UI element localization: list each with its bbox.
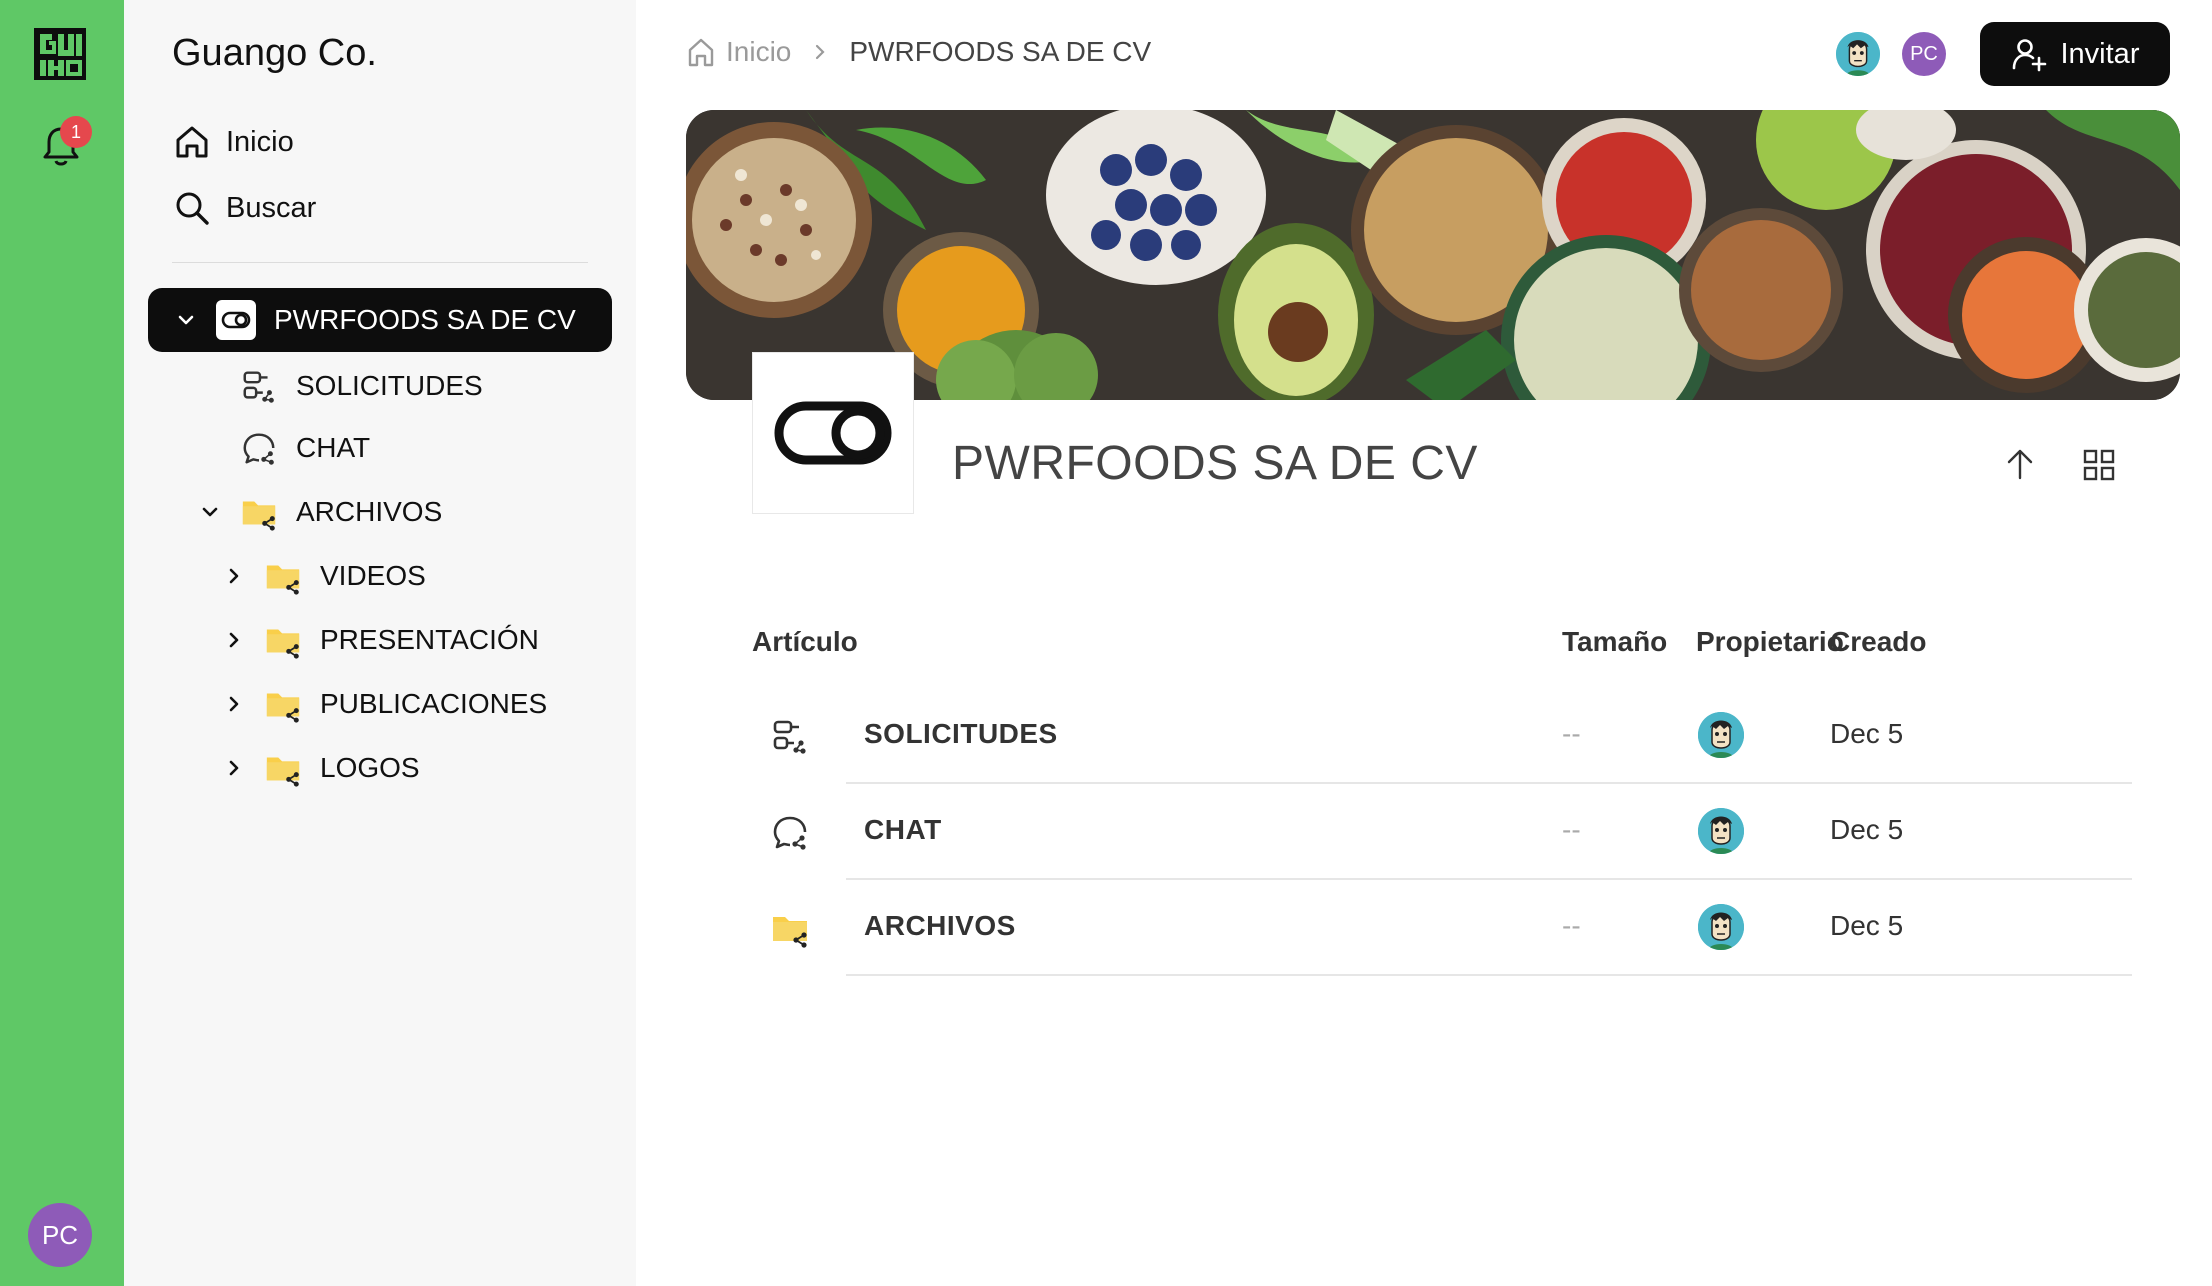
sidebar-item-chat[interactable]: CHAT: [240, 422, 370, 474]
home-icon[interactable]: [686, 36, 716, 68]
row-size: --: [1562, 718, 1581, 749]
table-row[interactable]: CHAT -- Dec 5: [752, 784, 2132, 880]
sidebar-item-label: VIDEOS: [320, 560, 426, 591]
arrow-up-icon[interactable]: [2002, 446, 2038, 482]
sidebar-item-label: CHAT: [296, 432, 371, 463]
grid-view-icon[interactable]: [2082, 448, 2116, 482]
invite-button[interactable]: Invitar: [1980, 22, 2170, 86]
shared-folder-icon: [240, 493, 278, 531]
table-row[interactable]: SOLICITUDES -- Dec 5: [752, 688, 2132, 784]
column-header-size[interactable]: Tamaño: [1562, 626, 1667, 658]
search-icon: [176, 192, 209, 225]
chevron-down-icon[interactable]: [174, 308, 198, 332]
sidebar-item-archivos[interactable]: ARCHIVOS: [198, 486, 442, 538]
space-logo[interactable]: [752, 352, 914, 514]
member-avatar-pc[interactable]: PC: [1902, 32, 1946, 76]
row-size: --: [1562, 814, 1581, 845]
space-logo-icon: [216, 300, 256, 340]
shared-folder-icon: [264, 749, 302, 787]
chevron-right-icon: [816, 44, 825, 60]
chevron-right-icon[interactable]: [222, 756, 246, 780]
chevron-right-icon[interactable]: [222, 628, 246, 652]
user-avatar[interactable]: PC: [28, 1203, 92, 1267]
owner-avatar[interactable]: [1698, 808, 1744, 854]
sidebar-divider: [172, 262, 588, 263]
column-header-article[interactable]: Artículo: [752, 626, 858, 658]
sidebar: Guango Co. Inicio Buscar PWRFOODS SA DE …: [124, 0, 636, 1286]
sidebar-item-label: ARCHIVOS: [296, 496, 443, 527]
notification-count-badge: 1: [60, 116, 92, 148]
toggle-logo-icon: [774, 401, 892, 465]
chevron-right-icon[interactable]: [222, 564, 246, 588]
table-row[interactable]: ARCHIVOS -- Dec 5: [752, 880, 2132, 976]
sidebar-item-label: PRESENTACIÓN: [320, 624, 539, 655]
member-avatar[interactable]: [1836, 32, 1880, 76]
nav-item-buscar[interactable]: Buscar: [172, 186, 316, 230]
sidebar-space-pwrfoods[interactable]: PWRFOODS SA DE CV: [148, 288, 612, 352]
column-header-owner[interactable]: Propietario: [1696, 626, 1844, 658]
requests-icon: [240, 367, 278, 405]
chevron-down-icon[interactable]: [198, 500, 222, 524]
shared-folder-icon: [264, 685, 302, 723]
nav-item-label: Inicio: [226, 125, 294, 158]
shared-folder-icon: [264, 557, 302, 595]
column-header-created[interactable]: Creado: [1830, 626, 1926, 658]
owner-avatar[interactable]: [1698, 904, 1744, 950]
sidebar-item-label: SOLICITUDES: [296, 370, 483, 401]
row-created: Dec 5: [1830, 718, 1904, 749]
shared-folder-icon: [264, 621, 302, 659]
home-icon: [176, 126, 208, 158]
chat-icon: [770, 812, 810, 852]
space-title: PWRFOODS SA DE CV: [952, 437, 1478, 490]
row-created: Dec 5: [1830, 814, 1904, 845]
sidebar-item-videos[interactable]: VIDEOS: [222, 550, 426, 602]
owner-avatar[interactable]: [1698, 712, 1744, 758]
add-user-icon: [2012, 39, 2046, 72]
nav-item-label: Buscar: [226, 191, 317, 224]
guango-logo[interactable]: [32, 26, 88, 82]
row-size: --: [1562, 910, 1581, 941]
breadcrumb: Inicio PWRFOODS SA DE CV: [686, 36, 1151, 68]
row-name[interactable]: CHAT: [864, 814, 942, 846]
sidebar-item-logos[interactable]: LOGOS: [222, 742, 420, 794]
requests-icon: [770, 716, 810, 756]
nav-item-inicio[interactable]: Inicio: [172, 120, 294, 164]
breadcrumb-current: PWRFOODS SA DE CV: [849, 36, 1152, 67]
breadcrumb-home-link[interactable]: Inicio: [726, 36, 791, 68]
chat-icon: [240, 429, 278, 467]
sidebar-item-publicaciones[interactable]: PUBLICACIONES: [222, 678, 547, 730]
chevron-right-icon[interactable]: [222, 692, 246, 716]
row-created: Dec 5: [1830, 910, 1904, 941]
invite-button-label: Invitar: [2060, 37, 2140, 70]
sidebar-item-label: LOGOS: [320, 752, 420, 783]
app-rail: 1 PC: [0, 0, 124, 1286]
row-name[interactable]: ARCHIVOS: [864, 910, 1016, 942]
shared-folder-icon: [770, 908, 810, 948]
row-name[interactable]: SOLICITUDES: [864, 718, 1058, 750]
sidebar-item-label: PUBLICACIONES: [320, 688, 548, 719]
row-divider: [846, 974, 2132, 976]
sidebar-space-label: PWRFOODS SA DE CV: [274, 304, 576, 335]
sidebar-item-presentacion[interactable]: PRESENTACIÓN: [222, 614, 539, 666]
sidebar-item-solicitudes[interactable]: SOLICITUDES: [240, 360, 483, 412]
org-name[interactable]: Guango Co.: [172, 32, 377, 75]
